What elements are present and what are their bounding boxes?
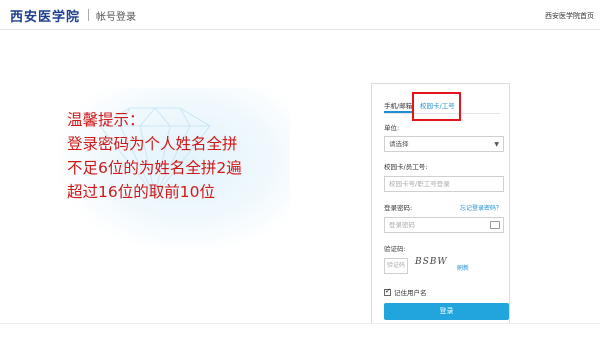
- account-label: 校园卡/员工号:: [384, 163, 428, 171]
- highlight-annotation: [412, 92, 461, 121]
- refresh-captcha-link[interactable]: 刷新: [457, 263, 469, 272]
- captcha-label: 验证码:: [384, 245, 406, 253]
- chevron-down-icon: ▼: [494, 141, 499, 148]
- checkbox-icon[interactable]: [384, 287, 391, 296]
- tab-phone-email[interactable]: 手机/邮箱: [384, 100, 412, 110]
- password-label: 登录密码:: [384, 204, 413, 212]
- password-placeholder: 登录密码: [389, 221, 415, 229]
- forgot-password-link[interactable]: 忘记登录密码？: [460, 203, 502, 212]
- remember-username[interactable]: 记住用户名: [384, 287, 427, 297]
- account-placeholder: 校园卡号/职工号登录: [389, 180, 450, 188]
- footer-divider: [0, 323, 600, 324]
- account-input[interactable]: 校园卡号/职工号登录: [384, 176, 504, 192]
- top-bar: 西安医学院 帐号登录 西安医学院首页: [0, 0, 600, 30]
- notice-line: 登录密码为个人姓名全拼: [67, 135, 238, 153]
- unit-select[interactable]: 请选择 ▼: [384, 136, 504, 152]
- keyboard-icon[interactable]: [490, 221, 500, 229]
- home-link[interactable]: 西安医学院首页: [545, 11, 594, 21]
- unit-label: 单位:: [384, 124, 400, 132]
- captcha-input[interactable]: 验证码: [384, 258, 408, 274]
- header-divider: [88, 9, 89, 21]
- page-title: 帐号登录: [96, 12, 136, 23]
- notice-line: 温馨提示：: [67, 111, 145, 129]
- captcha-image[interactable]: BSBW: [415, 257, 448, 267]
- login-notice: 温馨提示： 登录密码为个人姓名全拼 不足6位的为姓名全拼2遍 超过16位的取前1…: [67, 108, 242, 204]
- notice-line: 超过16位的取前10位: [67, 183, 215, 201]
- login-panel: 手机/邮箱 校园卡/工号 单位: 请选择 ▼ 校园卡/员工号: 校园卡号/职工号…: [371, 83, 510, 324]
- school-logo[interactable]: 西安医学院: [10, 6, 80, 25]
- unit-value: 请选择: [389, 140, 409, 148]
- captcha-placeholder: 验证码: [387, 262, 406, 269]
- login-button[interactable]: 登录: [384, 303, 509, 320]
- password-input[interactable]: 登录密码: [384, 217, 504, 233]
- notice-line: 不足6位的为姓名全拼2遍: [67, 159, 242, 177]
- remember-label: 记住用户名: [394, 289, 427, 297]
